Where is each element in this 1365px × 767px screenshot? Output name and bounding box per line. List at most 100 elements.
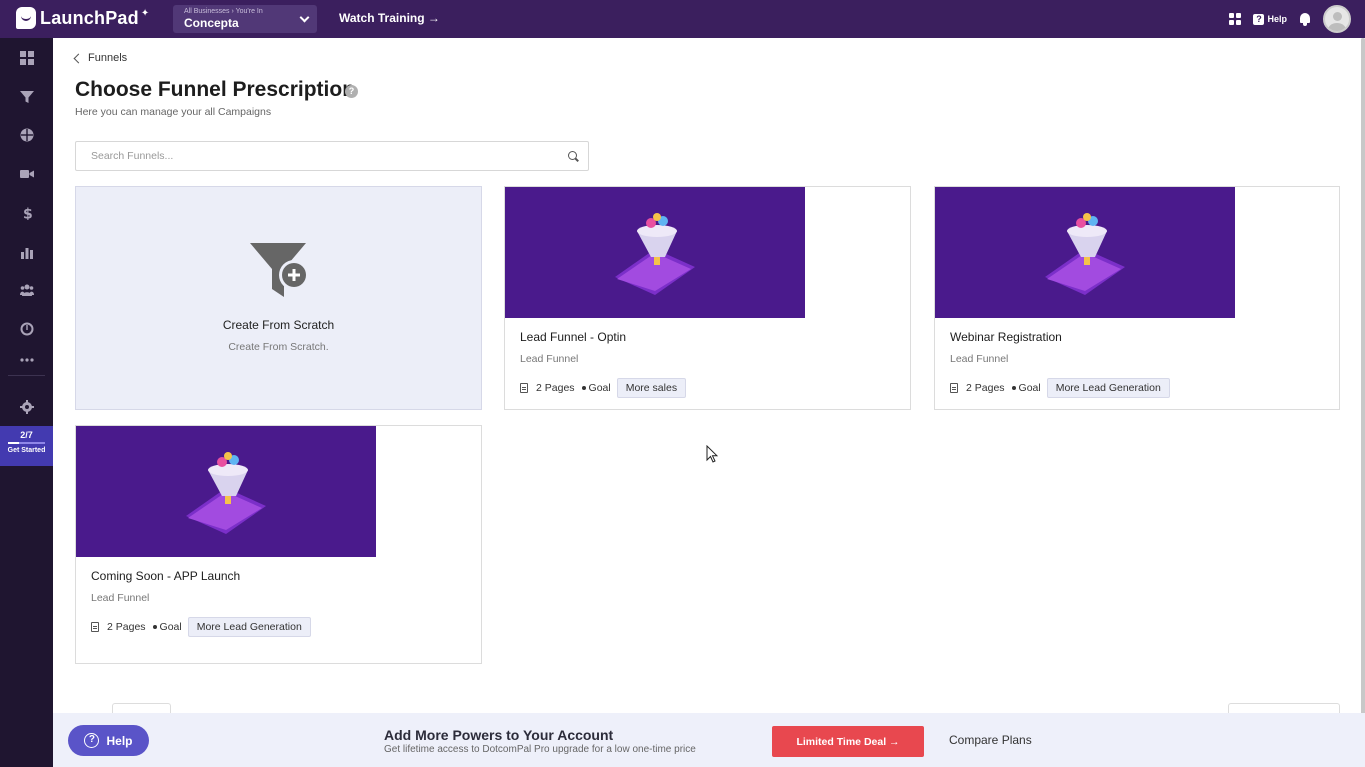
funnel-phone-illustration (76, 426, 376, 557)
breadcrumb-label: Funnels (88, 52, 128, 64)
document-icon (950, 383, 958, 393)
funnel-card-title: Webinar Registration (950, 330, 1062, 344)
funnel-card[interactable]: Webinar Registration Lead Funnel 2 Pages… (934, 186, 1340, 410)
help-button[interactable]: ? Help (68, 725, 149, 756)
get-started-count: 2/7 (20, 430, 33, 440)
goal-tag: More Lead Generation (187, 617, 311, 637)
sidebar-item-dashboard[interactable] (0, 44, 53, 72)
document-icon (520, 383, 528, 393)
dot-separator (1011, 386, 1016, 390)
funnel-phone-illustration (935, 187, 1235, 318)
page-title: Choose Funnel Prescription (75, 78, 356, 101)
apps-grid-icon[interactable] (1229, 13, 1242, 25)
chevron-left-icon (73, 53, 84, 63)
funnel-card[interactable]: Lead Funnel - Optin Lead Funnel 2 Pages … (504, 186, 911, 410)
funnel-card-meta: 2 Pages Goal More Lead Generation (91, 617, 311, 637)
info-help-icon[interactable]: ? (345, 85, 358, 98)
search-box (75, 141, 589, 171)
sidebar-item-video[interactable] (0, 160, 53, 188)
promo-subtitle: Get lifetime access to DotcomPal Pro upg… (384, 744, 696, 755)
funnel-card-type: Lead Funnel (950, 353, 1009, 365)
funnel-card-goal-label: Goal (159, 621, 182, 633)
funnel-card-goal-label: Goal (588, 382, 611, 394)
funnel-card-pages: 2 Pages (107, 621, 146, 633)
sidebar-divider (8, 375, 45, 376)
create-from-scratch-card[interactable]: Create From Scratch Create From Scratch. (75, 186, 482, 410)
sidebar-item-contacts[interactable] (0, 276, 53, 304)
sidebar-item-websites[interactable] (0, 121, 53, 149)
rocket-icon: ✦ (140, 7, 150, 19)
help-link[interactable]: ? Help (1253, 13, 1287, 25)
goal-tag: More Lead Generation (1046, 378, 1170, 398)
dot-separator (581, 386, 586, 390)
upgrade-promo-bar: ? Help Add More Powers to Your Account G… (53, 713, 1365, 767)
funnel-card-pages: 2 Pages (536, 382, 575, 394)
funnel-card-pages: 2 Pages (966, 382, 1005, 394)
sidebar-item-performance[interactable] (0, 315, 53, 343)
funnel-thumbnail (76, 426, 376, 557)
globe-icon (20, 128, 33, 142)
funnel-card-title: Coming Soon - APP Launch (91, 569, 241, 583)
scrollbar-thumb[interactable] (1361, 38, 1365, 743)
get-started-progress[interactable]: 2/7 Get Started (0, 426, 53, 466)
sidebar: $ 2/7 Get Started (0, 38, 53, 767)
sidebar-item-analytics[interactable] (0, 238, 53, 266)
document-icon (91, 622, 99, 632)
funnel-card[interactable]: Coming Soon - APP Launch Lead Funnel 2 P… (75, 425, 482, 664)
get-started-label: Get Started (7, 447, 46, 454)
scratch-card-title: Create From Scratch (222, 318, 335, 332)
settings-icon (19, 400, 34, 414)
top-bar: LaunchPad ✦ All Businesses › You're In C… (0, 0, 1365, 38)
business-crumb: All Businesses › You're In (184, 8, 263, 15)
scratch-card-desc: Create From Scratch. (228, 341, 329, 353)
dollar-icon: $ (23, 207, 33, 221)
sidebar-item-settings[interactable] (0, 393, 53, 421)
sidebar-item-funnels[interactable] (0, 83, 53, 111)
notification-bell-icon[interactable] (1299, 12, 1311, 26)
funnel-add-icon (250, 243, 309, 297)
funnel-thumbnail (935, 187, 1235, 318)
main-content: Funnels Choose Funnel Prescription ? Her… (53, 38, 1365, 767)
search-input[interactable] (76, 142, 546, 170)
svg-text:$: $ (23, 207, 33, 221)
funnel-thumbnail (505, 187, 805, 318)
help-circle-icon: ? (84, 733, 100, 748)
promo-title: Add More Powers to Your Account (384, 727, 614, 743)
funnel-card-type: Lead Funnel (91, 592, 150, 604)
top-right-actions: ? Help (1229, 5, 1351, 33)
funnel-card-goal-label: Goal (1018, 382, 1041, 394)
limited-time-deal-button[interactable]: Limited Time Deal → (772, 726, 924, 757)
business-name: Concepta (184, 16, 239, 30)
sidebar-item-more[interactable] (0, 346, 53, 374)
logo-icon (16, 7, 36, 29)
funnel-card-meta: 2 Pages Goal More Lead Generation (950, 378, 1170, 398)
gauge-icon (20, 322, 33, 336)
watch-training-link[interactable]: Watch Training → (339, 11, 440, 25)
dot-separator (152, 625, 157, 629)
search-icon[interactable] (568, 151, 578, 161)
funnel-card-meta: 2 Pages Goal More sales (520, 378, 687, 398)
mouse-cursor-icon (706, 445, 718, 463)
sidebar-item-sales[interactable]: $ (0, 199, 53, 227)
compare-plans-link[interactable]: Compare Plans (949, 733, 1032, 747)
help-label: Help (1267, 14, 1287, 24)
breadcrumb-back-link[interactable]: Funnels (73, 52, 128, 64)
funnel-phone-illustration (505, 187, 805, 318)
funnel-card-title: Lead Funnel - Optin (520, 330, 627, 344)
get-started-bar-fill (8, 442, 19, 444)
launchpad-logo[interactable]: LaunchPad ✦ (16, 4, 149, 32)
logo-text: LaunchPad (40, 7, 139, 28)
users-icon (19, 284, 34, 296)
funnel-card-type: Lead Funnel (520, 353, 579, 365)
funnel-icon (19, 91, 34, 103)
help-button-label: Help (106, 733, 133, 748)
more-icon (19, 358, 34, 362)
page-subtitle: Here you can manage your all Campaigns (75, 106, 272, 118)
video-icon (19, 170, 34, 178)
scrollbar[interactable] (1361, 38, 1365, 767)
dashboard-icon (19, 51, 34, 65)
analytics-icon (20, 248, 33, 259)
user-avatar[interactable] (1323, 5, 1351, 33)
goal-tag: More sales (616, 378, 687, 398)
business-selector[interactable]: All Businesses › You're In Concepta (173, 5, 317, 33)
